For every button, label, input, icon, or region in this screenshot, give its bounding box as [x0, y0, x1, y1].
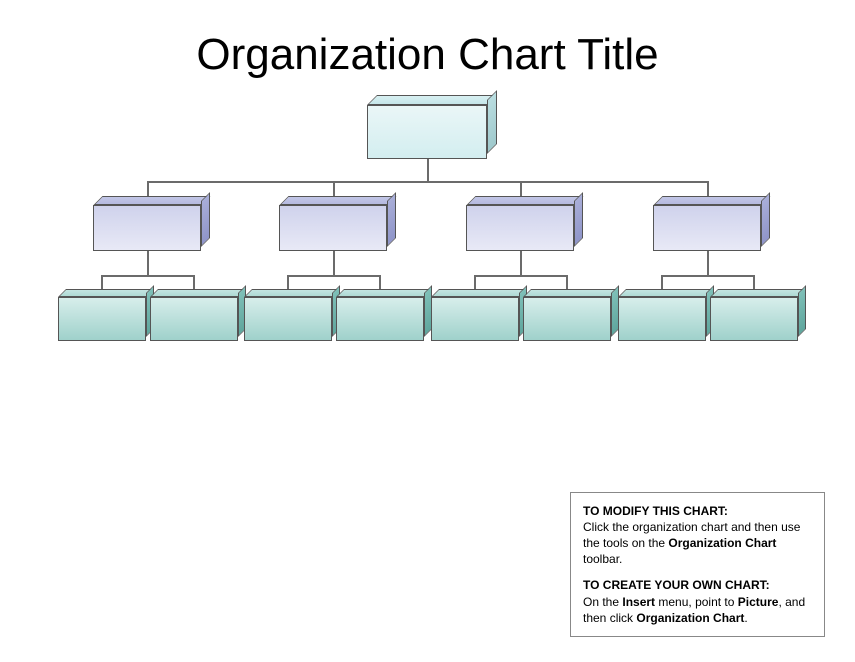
help-create-t2: menu, point to: [655, 595, 738, 609]
connector: [287, 275, 381, 277]
help-modify-heading: TO MODIFY THIS CHART:: [583, 504, 728, 518]
connector: [101, 275, 195, 277]
help-create-t4: .: [744, 611, 747, 625]
connector: [661, 275, 755, 277]
connector: [520, 251, 522, 275]
help-create-b2: Picture: [738, 595, 779, 609]
help-create-b1: Insert: [622, 595, 655, 609]
connector: [474, 275, 568, 277]
connector: [427, 159, 429, 181]
connector: [147, 181, 707, 183]
help-create-b3: Organization Chart: [636, 611, 744, 625]
help-text-box: TO MODIFY THIS CHART: Click the organiza…: [570, 492, 825, 637]
chart-title: Organization Chart Title: [0, 30, 855, 80]
connector: [147, 251, 149, 275]
help-create-heading: TO CREATE YOUR OWN CHART:: [583, 578, 770, 592]
connector: [707, 251, 709, 275]
help-modify-post: toolbar.: [583, 552, 622, 566]
connector: [333, 251, 335, 275]
org-chart[interactable]: [0, 105, 855, 405]
help-modify-bold: Organization Chart: [668, 536, 776, 550]
help-create-t1: On the: [583, 595, 622, 609]
